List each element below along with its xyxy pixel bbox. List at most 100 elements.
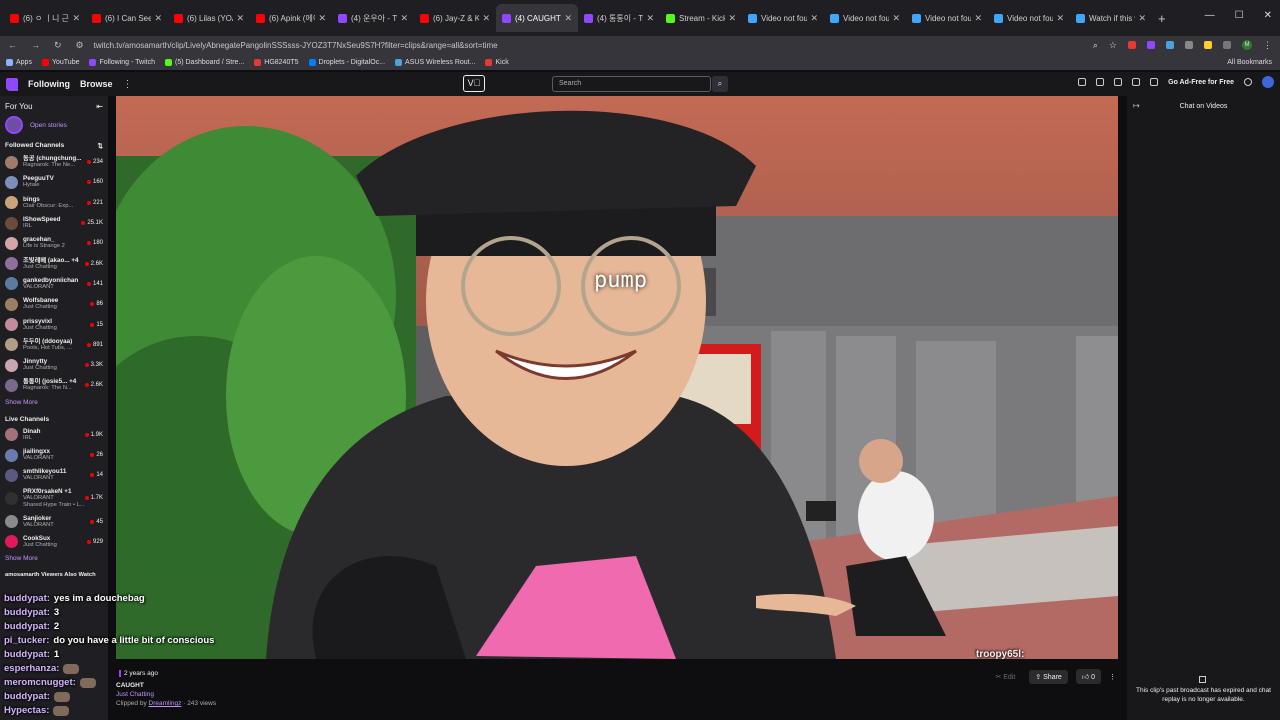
extension-icon[interactable]: [1147, 41, 1155, 49]
bookmark-item[interactable]: Droplets - DigitalOc...: [308, 58, 385, 66]
browser-tab[interactable]: (4) 운우아 - Twitc✕: [332, 4, 414, 32]
all-bookmarks[interactable]: All Bookmarks: [1227, 59, 1272, 66]
browser-tab[interactable]: Stream - Kick Da✕: [660, 4, 742, 32]
tab-close-icon[interactable]: ✕: [728, 13, 736, 24]
profile-avatar[interactable]: M: [1242, 40, 1252, 50]
sidebar-channel[interactable]: 조빛레베 (akao... +4 Just Chatting 2.6K: [0, 253, 108, 273]
browser-tab[interactable]: (4) CAUGHT ✕: [496, 4, 578, 32]
sidebar-channel[interactable]: prissyvixl Just Chatting 15: [0, 314, 108, 334]
browser-tab[interactable]: Video not found✕: [906, 4, 988, 32]
sidebar-channel[interactable]: bings Clair Obscur: Exp... 221: [0, 193, 108, 213]
bookmark-item[interactable]: (5) Dashboard / Stre...: [165, 58, 244, 66]
show-more-followed[interactable]: Show More: [0, 396, 108, 410]
extension-icon[interactable]: [1185, 41, 1193, 49]
back-icon[interactable]: ←: [8, 40, 17, 51]
tab-close-icon[interactable]: ✕: [974, 13, 982, 24]
extension-icon[interactable]: [1204, 41, 1212, 49]
user-avatar[interactable]: [1262, 76, 1274, 88]
sidebar-channel[interactable]: Sanjioker VALORANT 45: [0, 511, 108, 531]
tab-close-icon[interactable]: ✕: [810, 13, 818, 24]
sidepanel-icon[interactable]: [1223, 41, 1231, 49]
more-options-icon[interactable]: ⋮: [123, 79, 133, 90]
sidebar-channel[interactable]: smthlikeyou11 VALORANT 14: [0, 465, 108, 485]
tab-close-icon[interactable]: ✕: [236, 13, 244, 24]
tab-close-icon[interactable]: ✕: [1056, 13, 1064, 24]
browser-tab[interactable]: (6) ㅇ ㅣ니 근데✕: [4, 4, 86, 32]
prime-icon[interactable]: V⃣: [463, 75, 485, 92]
browse-link[interactable]: Browse: [80, 79, 113, 89]
reload-icon[interactable]: ↻: [54, 40, 62, 51]
maximize-icon[interactable]: ☐: [1235, 10, 1244, 21]
open-stories[interactable]: Open stories: [0, 111, 108, 136]
ad-free-button[interactable]: Go Ad-Free for Free: [1168, 79, 1234, 86]
browser-tab[interactable]: (6) Lilas (YOASOBI✕: [168, 4, 250, 32]
minimize-icon[interactable]: —: [1205, 10, 1215, 21]
twitch-logo-icon[interactable]: [6, 77, 18, 91]
extension-icon[interactable]: [1128, 41, 1136, 49]
sidebar-channel[interactable]: 두두이 (ddooyaa) Pools, Hot Tubs, ... 891: [0, 335, 108, 355]
sidebar-channel[interactable]: Wolfsbanee Just Chatting 86: [0, 294, 108, 314]
sidebar-channel[interactable]: IShowSpeed IRL 25.1K: [0, 213, 108, 233]
extension-icon[interactable]: [1166, 41, 1174, 49]
clip-video-player[interactable]: pump troopy65l:HAHAHAHAHAHAHAHAH배웠군:troo…: [116, 96, 1118, 659]
expand-chat-icon[interactable]: ↦: [1133, 101, 1140, 110]
bookmark-item[interactable]: Apps: [6, 58, 32, 66]
site-info-icon[interactable]: ⚙: [76, 40, 84, 51]
tab-close-icon[interactable]: ✕: [72, 13, 80, 24]
show-more-live[interactable]: Show More: [0, 552, 108, 566]
share-button[interactable]: ⇪ Share: [1029, 669, 1068, 684]
zoom-icon[interactable]: ⌕: [1093, 40, 1098, 51]
sidebar-channel[interactable]: gankedbyoniichan VALORANT 141: [0, 274, 108, 294]
browser-tab[interactable]: (4) 통통이 - Twitch✕: [578, 4, 660, 32]
browser-tab[interactable]: (6) Apink (에이핑✕: [250, 4, 332, 32]
forward-icon[interactable]: →: [31, 40, 40, 51]
sort-icon[interactable]: ⇅: [98, 142, 103, 150]
whispers-icon[interactable]: [1114, 78, 1123, 86]
sidebar-channel[interactable]: Jinnytty Just Chatting 3.3K: [0, 355, 108, 375]
tab-close-icon[interactable]: ✕: [154, 13, 162, 24]
bookmark-item[interactable]: Kick: [485, 58, 509, 66]
browser-tab[interactable]: (6) I Can See You✕: [86, 4, 168, 32]
like-button[interactable]: 👍︎ 0: [1075, 669, 1101, 684]
tab-close-icon[interactable]: ✕: [892, 13, 900, 24]
sidebar-channel[interactable]: Dinah IRL 1.9K: [0, 425, 108, 445]
tab-close-icon[interactable]: ✕: [318, 13, 326, 24]
browser-tab[interactable]: Video not found✕: [742, 4, 824, 32]
star-icon[interactable]: ☆: [1109, 40, 1117, 51]
search-input[interactable]: Search: [552, 76, 711, 92]
following-link[interactable]: Following: [28, 79, 70, 89]
sidebar-channel[interactable]: PRXf0rsakeN +1 VALORANT Shared Hype Train …: [0, 485, 108, 511]
bits-icon[interactable]: [1150, 78, 1159, 86]
close-window-icon[interactable]: ✕: [1264, 10, 1272, 21]
collapse-sidebar-icon[interactable]: ⇤: [96, 102, 103, 111]
sidebar-channel[interactable]: CookSux Just Chatting 929: [0, 532, 108, 552]
tab-close-icon[interactable]: ✕: [1138, 13, 1146, 24]
bookmark-item[interactable]: Following - Twitch: [89, 58, 155, 66]
url-field[interactable]: twitch.tv/amosamarth/clip/LivelyAbnegate…: [94, 41, 498, 50]
bookmark-item[interactable]: HG8240T5: [254, 58, 299, 66]
tab-close-icon[interactable]: ✕: [646, 13, 654, 24]
new-tab-icon[interactable]: +: [1158, 11, 1166, 26]
sidebar-channel[interactable]: 동공 (chungchung... Ragnarok: The Ne... 234: [0, 152, 108, 172]
edit-button[interactable]: ✂ Edit: [989, 670, 1021, 684]
theme-icon[interactable]: [1244, 78, 1252, 86]
sidebar-channel[interactable]: PeeguuTV Hytale 160: [0, 172, 108, 192]
browser-tab[interactable]: Video not found✕: [988, 4, 1070, 32]
inbox-icon[interactable]: [1078, 78, 1087, 86]
sidebar-channel[interactable]: gracehan_ Life is Strange 2 180: [0, 233, 108, 253]
more-actions-icon[interactable]: ⋮: [1109, 673, 1116, 681]
browser-tab[interactable]: (6) Jay-Z & Kany✕: [414, 4, 496, 32]
search-icon[interactable]: ⌕: [712, 76, 728, 92]
tab-close-icon[interactable]: ✕: [400, 13, 408, 24]
notifications-icon[interactable]: [1096, 78, 1105, 86]
bookmark-item[interactable]: YouTube: [41, 58, 79, 66]
browser-tab[interactable]: Watch if this wa✕: [1070, 4, 1152, 32]
sidebar-channel[interactable]: 통통이 (josie5... +4 Ragnarok: The N... 2.6K: [0, 375, 108, 395]
bookmark-item[interactable]: ASUS Wireless Rout...: [395, 58, 475, 66]
menu-icon[interactable]: ⋮: [1263, 40, 1272, 51]
sidebar-channel[interactable]: jiailingxx VALORANT 26: [0, 445, 108, 465]
tab-close-icon[interactable]: ✕: [482, 13, 490, 24]
prime-loot-icon[interactable]: [1132, 78, 1141, 86]
tab-close-icon[interactable]: ✕: [564, 13, 572, 24]
browser-tab[interactable]: Video not found✕: [824, 4, 906, 32]
